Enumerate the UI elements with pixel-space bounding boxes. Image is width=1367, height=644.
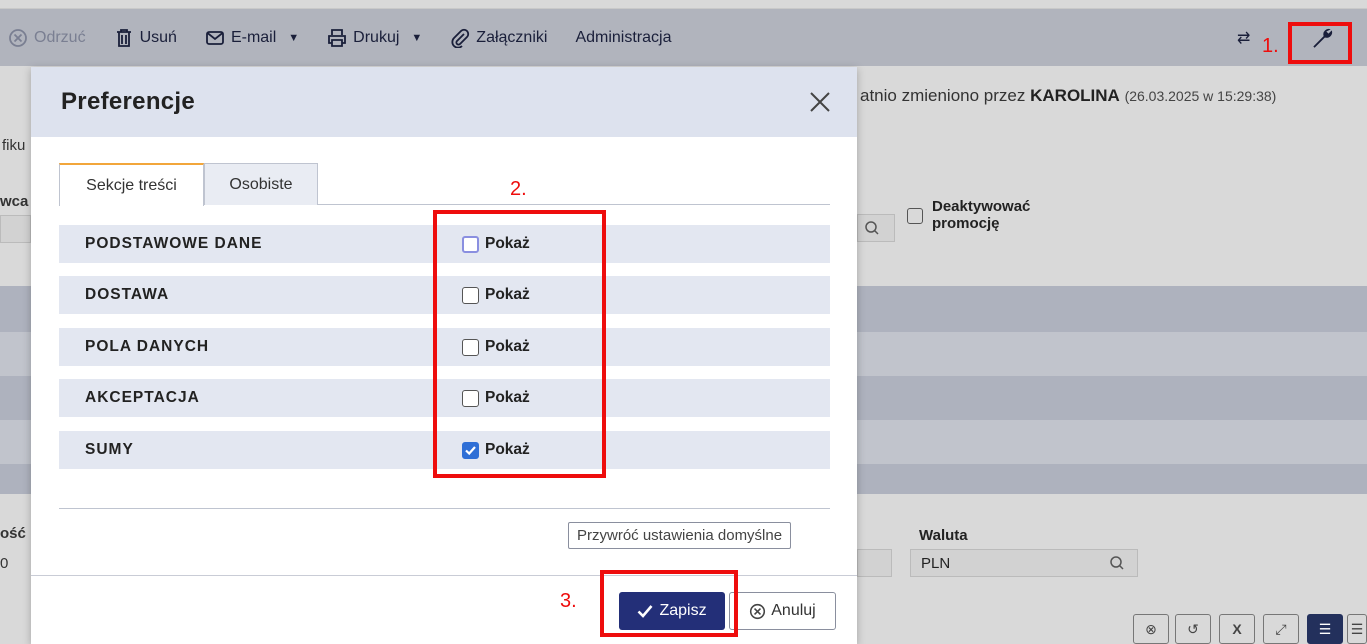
trash-icon: [116, 28, 131, 47]
bg-fragment: ość: [0, 525, 26, 542]
excel-icon: X: [1232, 621, 1242, 637]
envelope-icon: [206, 30, 224, 45]
currency-label: Waluta: [919, 527, 968, 544]
bg-search-field[interactable]: [857, 214, 895, 242]
email-label: E-mail: [230, 28, 277, 46]
paperclip-icon: [451, 28, 470, 48]
last-changed-info: atnio zmieniono przez KAROLINA (26.03.20…: [860, 86, 1276, 106]
caret-down-icon: ▼: [288, 31, 300, 44]
tab-label: Osobiste: [229, 175, 293, 193]
section-name: DOSTAWA: [85, 286, 170, 303]
last-changed-user: KAROLINA: [1030, 86, 1120, 105]
last-changed-date: (26.03.2025 w 15:29:38): [1124, 88, 1277, 104]
expand-icon: ⤢: [1275, 620, 1287, 637]
currency-value: PLN: [921, 555, 951, 572]
annotation-box-3: [600, 570, 738, 637]
sort-icon[interactable]: ⇄: [1237, 28, 1257, 48]
undo-icon: ↺: [1187, 620, 1199, 637]
caret-down-icon: ▼: [411, 31, 423, 44]
attachments-label: Załączniki: [476, 28, 548, 46]
section-name: SUMY: [85, 441, 134, 458]
deactivate-promo-label-line1: Deaktywować: [932, 198, 1031, 215]
bg-list-view-alt-button[interactable]: ☰: [1347, 614, 1367, 644]
last-changed-prefix: atnio zmieniono przez: [860, 86, 1026, 105]
search-icon: [865, 221, 879, 235]
deactivate-promo-checkbox[interactable]: [907, 208, 923, 224]
circle-x-icon: [9, 28, 27, 47]
bg-fragment: fiku: [2, 137, 26, 154]
cancel-label: Anuluj: [771, 602, 816, 619]
bg-expand-button[interactable]: ⤢: [1263, 614, 1299, 644]
tab-content-sections[interactable]: Sekcje treści: [59, 163, 204, 206]
administration-label: Administracja: [575, 28, 672, 46]
tab-label: Sekcje treści: [86, 176, 177, 194]
reject-label: Odrzuć: [34, 28, 86, 46]
attachments-button[interactable]: Załączniki: [450, 28, 547, 48]
reject-button[interactable]: Odrzuć: [8, 28, 86, 48]
annotation-number-2: 2.: [510, 178, 527, 200]
deactivate-promo-label-line2: promocję: [932, 215, 1000, 232]
tab-bar: Sekcje treści Osobiste: [59, 163, 830, 206]
annotation-number-1: 1.: [1262, 35, 1279, 57]
reset-defaults-button[interactable]: Przywróć ustawienia domyślne: [568, 522, 792, 549]
list-icon: ☰: [1350, 620, 1364, 637]
email-button[interactable]: E-mail ▼: [205, 28, 299, 48]
toolbar: Odrzuć Usuń E-mail ▼ Drukuj ▼ Załączniki…: [0, 8, 1367, 66]
close-button[interactable]: [805, 87, 835, 117]
close-icon: [810, 92, 830, 112]
cancel-button[interactable]: Anuluj: [729, 592, 836, 630]
tab-personal[interactable]: Osobiste: [204, 163, 318, 205]
annotation-box-2: [433, 210, 606, 478]
section-name: POLA DANYCH: [85, 338, 210, 355]
bg-undo-button[interactable]: ↺: [1175, 614, 1211, 644]
modal-header: Preferencje: [31, 67, 857, 137]
print-button[interactable]: Drukuj ▼: [327, 28, 422, 48]
delete-button[interactable]: Usuń: [114, 28, 177, 48]
bg-excel-button[interactable]: X: [1219, 614, 1255, 644]
annotation-box-1: [1288, 22, 1352, 64]
section-name: AKCEPTACJA: [85, 389, 200, 406]
bg-fragment: 0: [0, 555, 9, 572]
section-name: PODSTAWOWE DANE: [85, 235, 263, 252]
divider: [59, 508, 830, 509]
printer-icon: [328, 28, 347, 47]
delete-label: Usuń: [139, 28, 177, 46]
circle-x-icon: ⊗: [1145, 620, 1157, 637]
list-icon: ☰: [1318, 620, 1332, 637]
modal-title: Preferencje: [61, 88, 196, 115]
circle-x-icon: [750, 603, 766, 619]
annotation-number-3: 3.: [560, 590, 577, 612]
bg-clear-button[interactable]: ⊗: [1133, 614, 1169, 644]
bg-list-view-button[interactable]: ☰: [1307, 614, 1343, 644]
deactivate-promo-label: Deaktywować promocję: [932, 198, 1030, 232]
bg-field: [0, 215, 31, 243]
bg-fragment: wca: [0, 193, 29, 210]
print-label: Drukuj: [353, 28, 400, 46]
search-icon: [1110, 556, 1124, 570]
administration-button[interactable]: Administracja: [575, 29, 671, 47]
currency-field[interactable]: PLN: [910, 549, 1138, 577]
bg-field: [857, 549, 892, 577]
